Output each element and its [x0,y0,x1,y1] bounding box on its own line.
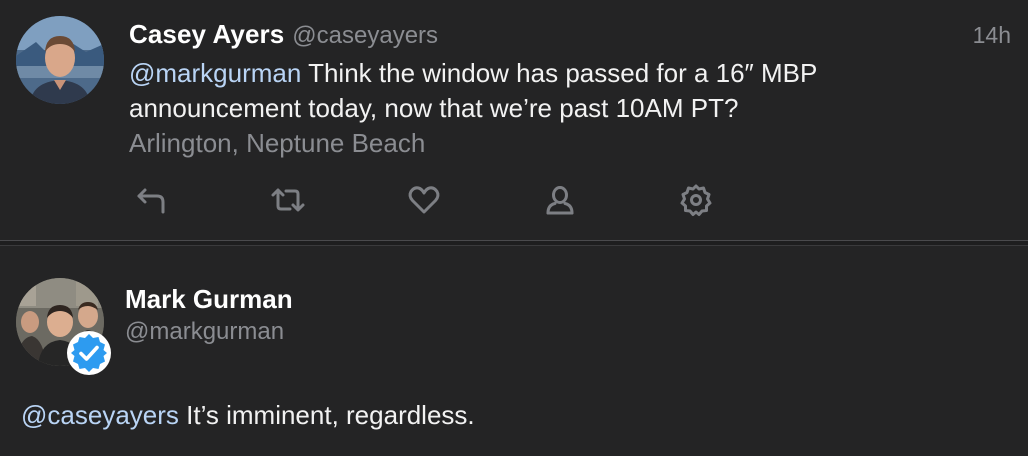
mention-link[interactable]: @caseyayers [21,400,179,430]
reply-avatar-wrap [16,278,116,378]
retweet-button[interactable] [268,180,308,220]
action-bar [0,180,1028,224]
timeline: Casey Ayers @caseyayers 14h @markgurman T… [0,0,1028,456]
tweet[interactable]: Casey Ayers @caseyayers 14h @markgurman T… [0,0,1028,240]
verified-badge-icon [66,330,112,376]
profile-icon [546,186,574,215]
tweet-text: @markgurman Think the window has passed … [129,56,989,126]
reply-body: It’s imminent, regardless. [178,400,475,430]
retweet-icon [271,188,305,212]
author-name[interactable]: Casey Ayers [129,19,284,49]
profile-button[interactable] [540,180,580,220]
settings-button[interactable] [676,180,716,220]
settings-icon [680,184,712,216]
author-handle[interactable]: @caseyayers [292,22,438,49]
like-icon [408,186,440,214]
avatar[interactable] [16,16,104,104]
location[interactable]: Arlington, Neptune Beach [129,126,425,161]
reply-button[interactable] [131,180,171,220]
tweet-divider [0,240,1028,246]
reply-text: @caseyayers It’s imminent, regardless. [21,398,475,433]
timestamp: 14h [972,22,1011,48]
reply-icon [137,188,165,214]
reply-author-name[interactable]: Mark Gurman [125,284,293,315]
author-line: Casey Ayers @caseyayers [129,19,438,50]
reply-author-handle[interactable]: @markgurman [125,318,284,346]
like-button[interactable] [404,180,444,220]
mention-link[interactable]: @markgurman [129,58,301,88]
